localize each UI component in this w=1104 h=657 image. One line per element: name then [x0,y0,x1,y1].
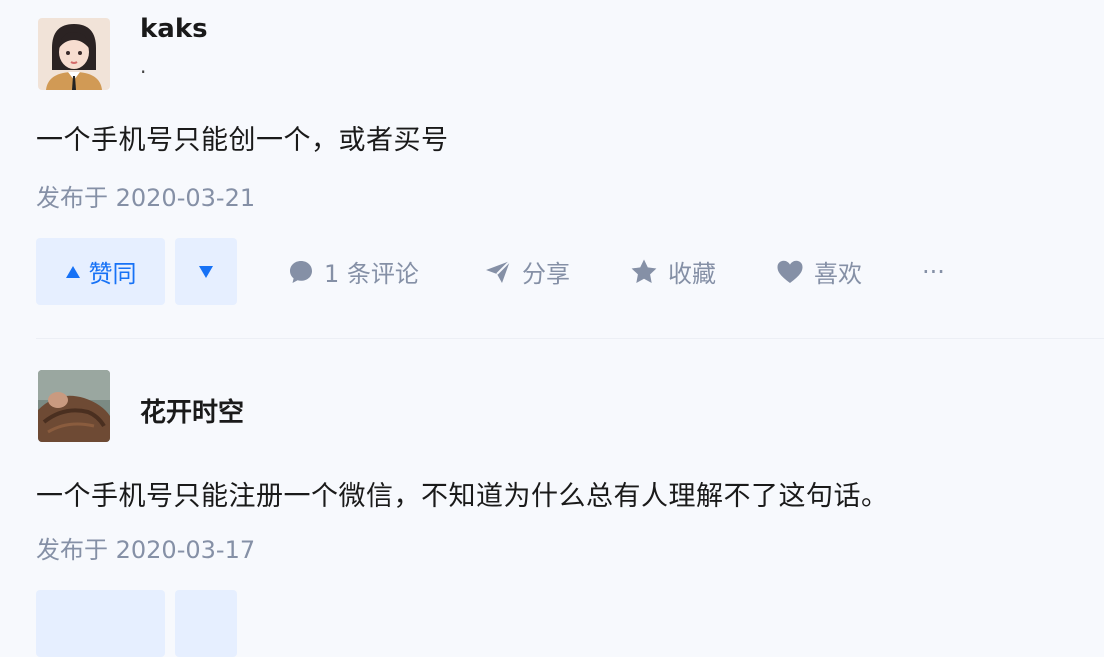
favorite-button[interactable]: 收藏 [630,238,716,305]
speech-bubble-icon [290,260,312,283]
action-bar [36,590,1036,657]
more-icon: ··· [922,257,945,286]
divider [36,338,1104,339]
share-label: 分享 [522,260,570,288]
paper-plane-icon [486,259,511,283]
star-icon [631,259,657,283]
like-button[interactable]: 喜欢 [776,238,862,305]
avatar[interactable] [38,18,110,90]
answer-item: kaks · 一个手机号只能创一个，或者买号 发布于 2020-03-21 赞同… [0,0,1104,338]
vote-up-label: 赞同 [88,260,137,288]
heart-icon [777,260,803,283]
answer-content: 一个手机号只能注册一个微信，不知道为什么总有人理解不了这句话。 [36,481,889,512]
vote-down-button[interactable] [175,238,237,305]
vote-up-button[interactable] [36,590,165,657]
comment-label: 1 条评论 [324,260,419,288]
author-name[interactable]: kaks [140,14,208,44]
publish-date[interactable]: 发布于 2020-03-17 [36,530,255,565]
avatar[interactable] [38,370,110,442]
more-button[interactable]: ··· [922,238,945,305]
triangle-up-icon [65,265,80,278]
vote-down-button[interactable] [175,590,237,657]
publish-date[interactable]: 发布于 2020-03-21 [36,178,255,213]
action-bar: 赞同 1 条评论 分享 收藏 喜欢 ··· [36,238,1036,305]
author-bio: · [140,60,147,84]
like-label: 喜欢 [814,260,862,288]
answer-content: 一个手机号只能创一个，或者买号 [36,125,449,156]
answer-item: 花开时空 一个手机号只能注册一个微信，不知道为什么总有人理解不了这句话。 发布于… [0,340,1104,657]
vote-up-button[interactable]: 赞同 [36,238,165,305]
author-name[interactable]: 花开时空 [140,392,244,429]
comment-button[interactable]: 1 条评论 [288,238,419,305]
favorite-label: 收藏 [668,260,716,288]
triangle-down-icon [199,265,213,278]
share-button[interactable]: 分享 [484,238,570,305]
